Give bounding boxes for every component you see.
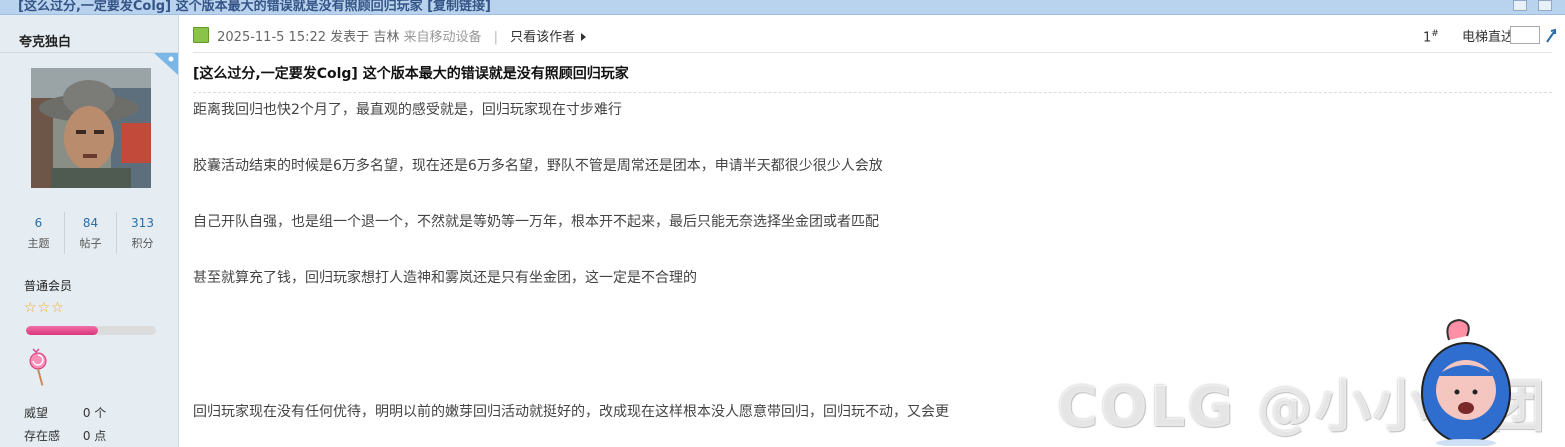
post-via: 来自移动设备 [403,30,482,45]
level-progress-bar [26,326,156,335]
jump-floor-input[interactable] [1510,26,1540,44]
post-location: 吉林 [373,30,400,45]
author-stats: 6 主题 84 帖子 313 积分 [13,212,168,254]
minimize-control[interactable] [1513,0,1527,11]
stat-posts[interactable]: 84 帖子 [65,212,117,254]
pipe-divider: | [493,30,499,45]
user-group[interactable]: 普通会员 [24,277,72,294]
stat-threads-label: 主题 [27,237,50,250]
rank-stars: ☆☆☆ [24,300,65,316]
presence-value: 0 点 [82,429,107,443]
window-title-bar: [这么过分,一定要发Colg] 这个版本最大的错误就是没有照顾回归玩家 [复制链… [0,0,1565,15]
presence-row: 存在感 0 点 [24,427,106,444]
title-divider [193,92,1552,93]
floor-mark: # [1431,29,1439,39]
prestige-row: 威望 0 个 [24,404,106,421]
jump-label: 电梯直达 [1462,30,1515,45]
post-paragraph: 胶囊活动结束的时候是6万多名望，现在还是6万多名望，野队不管是周常还是团本，申请… [193,158,883,174]
post-title: [这么过分,一定要发Colg] 这个版本最大的错误就是没有照顾回归玩家 [193,66,629,82]
post-meta: 2025-11-5 15:22 发表于 吉林 来自移动设备 | 只看该作者 [193,26,587,46]
stat-threads-value: 6 [34,216,43,230]
triangle-right-icon [581,33,587,41]
level-progress-fill [26,326,98,335]
stat-threads[interactable]: 6 主题 [13,212,65,254]
post-paragraph: 距离我回归也快2个月了，最直观的感受就是，回归玩家现在寸步难行 [193,102,622,118]
post-paragraph: 甚至就算充了钱，回归玩家想打人造神和雾岚还是只有坐金团，这一定是不合理的 [193,270,697,286]
header-divider [193,52,1552,53]
online-status-icon [193,27,209,43]
avatar[interactable] [31,68,151,188]
stat-points[interactable]: 313 积分 [117,212,168,254]
lollipop-medal-icon[interactable] [26,347,52,389]
post-main: 2025-11-5 15:22 发表于 吉林 来自移动设备 | 只看该作者 1#… [179,15,1565,447]
author-name[interactable]: 夸克独白 [19,31,71,50]
only-author-link[interactable]: 只看该作者 [510,30,575,45]
stat-points-value: 313 [131,216,154,230]
posted-in-label: 发表于 [330,30,370,45]
prestige-label: 威望 [24,406,49,420]
post-datetime: 2025-11-5 15:22 [217,30,327,45]
presence-label: 存在感 [24,429,61,443]
author-sidebar: 夸克独白 6 主题 84 帖子 313 积分 普通会员 ☆☆☆ 威望 0 个 存… [0,15,179,447]
prestige-value: 0 个 [82,406,107,420]
post-paragraph: 自己开队自强，也是组一个退一个，不然就是等奶等一万年，根本开不起来，最后只能无奈… [193,214,879,230]
stat-posts-label: 帖子 [79,237,102,250]
stat-posts-value: 84 [82,216,99,230]
post-paragraph: 回归玩家现在没有任何优待，明明以前的嫩芽回归活动就挺好的，改成现在这样根本没人愿… [193,404,949,420]
online-badge-icon [154,53,178,75]
stat-points-label: 积分 [131,237,154,250]
mascot-image [1421,318,1511,446]
floor-number[interactable]: 1# [1423,29,1439,45]
jump-go-icon[interactable] [1545,28,1557,44]
maximize-control[interactable] [1538,0,1552,11]
window-title: [这么过分,一定要发Colg] 这个版本最大的错误就是没有照顾回归玩家 [复制链… [18,0,491,14]
